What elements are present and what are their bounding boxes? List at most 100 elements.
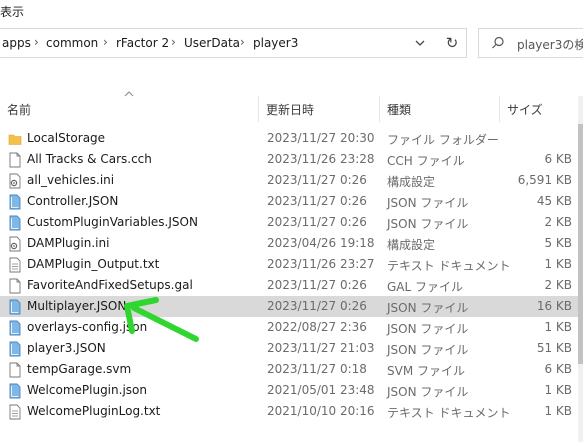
file-name: LocalStorage [27,131,106,145]
search-icon [492,36,504,49]
file-type: ファイル フォルダー [387,133,499,147]
file-name: tempGarage.svm [27,362,132,376]
file-row[interactable]: WelcomePluginLog.txt 2021/10/10 20:16 テキスト… [0,401,578,422]
breadcrumb-separator[interactable]: › [240,35,245,49]
scrollbar-thumb[interactable] [578,124,583,364]
file-icon [8,152,22,168]
file-size: 2 KB [544,278,572,292]
file-row[interactable]: all_vehicles.ini 2023/11/27 0:26 構成設定 6,591… [0,170,578,191]
breadcrumb-rfactor2[interactable]: rFactor 2 [116,36,169,50]
file-size: 45 KB [536,194,572,208]
file-type: JSON ファイル [387,196,469,210]
sort-ascending-icon [124,91,134,97]
file-size: 5 KB [544,236,572,250]
file-date: 2023/11/27 0:26 [267,215,367,229]
file-name: DAMPlugin_Output.txt [27,257,160,271]
file-row[interactable]: DAMPlugin_Output.txt 2023/11/26 23:27 テキスト… [0,254,578,275]
file-size: 6,591 KB [517,173,572,187]
file-row[interactable]: FavoriteAndFixedSetups.gal 2023/11/27 0:2… [0,275,578,296]
file-name: player3.JSON [27,341,106,355]
file-row[interactable]: overlays-config.json 2022/08/27 2:36 JSON … [0,317,578,338]
json-file-icon [8,320,22,336]
file-icon [8,278,22,294]
file-date: 2023/11/26 23:27 [267,257,375,271]
menu-view[interactable]: 表示 [0,3,24,20]
address-bar[interactable]: apps › common › rFactor 2 › UserData › p… [0,28,467,58]
refresh-button[interactable]: ↻ [437,29,467,57]
folder-icon [8,131,22,147]
file-icon [8,362,22,378]
column-header-type[interactable]: 種類 [387,101,411,118]
file-size: 16 KB [536,299,572,313]
file-name: FavoriteAndFixedSetups.gal [27,278,193,292]
file-type: JSON ファイル [387,385,469,399]
breadcrumb-separator[interactable]: › [103,35,108,49]
file-name: Controller.JSON [27,194,119,208]
file-date: 2023/11/27 0:26 [267,278,367,292]
breadcrumb-separator[interactable]: › [34,35,39,49]
json-file-icon [8,215,22,231]
config-file-icon [8,173,22,189]
file-name: Multiplayer.JSON [27,299,127,313]
file-type: JSON ファイル [387,301,469,315]
file-row[interactable]: WelcomePlugin.json 2021/05/01 23:48 JSON フ… [0,380,578,401]
file-type: SVM ファイル [387,364,465,378]
json-file-icon [8,299,22,315]
file-date: 2023/11/27 0:18 [267,362,367,376]
file-row[interactable]: All Tracks & Cars.cch 2023/11/26 23:28 CCH… [0,149,578,170]
text-file-icon [8,257,22,273]
column-header-date[interactable]: 更新日時 [266,101,314,118]
file-size: 6 KB [544,152,572,166]
json-file-icon [8,194,22,210]
refresh-icon: ↻ [445,34,459,52]
file-size: 6 KB [544,362,572,376]
file-size: 1 KB [544,383,572,397]
file-size: 1 KB [544,320,572,334]
file-type: JSON ファイル [387,322,469,336]
file-name: All Tracks & Cars.cch [27,152,152,166]
file-size: 1 KB [544,257,572,271]
file-date: 2021/05/01 23:48 [267,383,375,397]
file-row[interactable]: CustomPluginVariables.JSON 2023/11/27 0:2… [0,212,578,233]
column-divider[interactable] [499,96,500,122]
file-type: テキスト ドキュメント [387,406,511,420]
column-divider[interactable] [379,96,380,122]
file-type: JSON ファイル [387,217,469,231]
menu-bar: 表示 [0,0,583,22]
file-row[interactable]: Controller.JSON 2023/11/27 0:26 JSON ファイル 4… [0,191,578,212]
file-date: 2022/08/27 2:36 [267,320,367,334]
breadcrumb-player3[interactable]: player3 [253,36,298,50]
breadcrumb-separator[interactable]: › [171,35,176,49]
file-name: overlays-config.json [27,320,148,334]
text-file-icon [8,404,22,420]
column-header-size[interactable]: サイズ [507,101,543,118]
column-divider[interactable] [258,96,259,122]
search-input[interactable]: player3の検索 [478,28,583,58]
file-row[interactable]: player3.JSON 2023/11/27 21:03 JSON ファイル 51 … [0,338,578,359]
column-header-name[interactable]: 名前 [7,101,31,118]
file-type: JSON ファイル [387,343,469,357]
file-size: 2 KB [544,215,572,229]
json-file-icon [8,341,22,357]
file-row[interactable]: LocalStorage 2023/11/27 20:30 ファイル フォルダー [0,128,578,149]
file-date: 2023/11/27 20:30 [267,131,375,145]
file-name: DAMPlugin.ini [27,236,110,250]
file-row[interactable]: DAMPlugin.ini 2023/04/26 19:18 構成設定 5 KB [0,233,578,254]
file-row-selected[interactable]: Multiplayer.JSON 2023/11/27 0:26 JSON ファイル… [0,296,578,317]
breadcrumb-userdata[interactable]: UserData [184,36,240,50]
file-type: GAL ファイル [387,280,464,294]
file-date: 2023/11/27 21:03 [267,341,375,355]
breadcrumb-common[interactable]: common [46,36,98,50]
file-size: 1 KB [544,404,572,418]
address-dropdown-icon[interactable] [413,36,427,50]
file-date: 2023/11/27 0:26 [267,173,367,187]
file-date: 2021/10/10 20:16 [267,404,375,418]
file-type: 構成設定 [387,175,436,189]
json-file-icon [8,383,22,399]
file-type: CCH ファイル [387,154,465,168]
file-row[interactable]: tempGarage.svm 2023/11/27 0:18 SVM ファイル 6 K… [0,359,578,380]
config-file-icon [8,236,22,252]
breadcrumb-apps[interactable]: apps [2,36,31,50]
file-name: all_vehicles.ini [27,173,115,187]
file-date: 2023/04/26 19:18 [267,236,375,250]
